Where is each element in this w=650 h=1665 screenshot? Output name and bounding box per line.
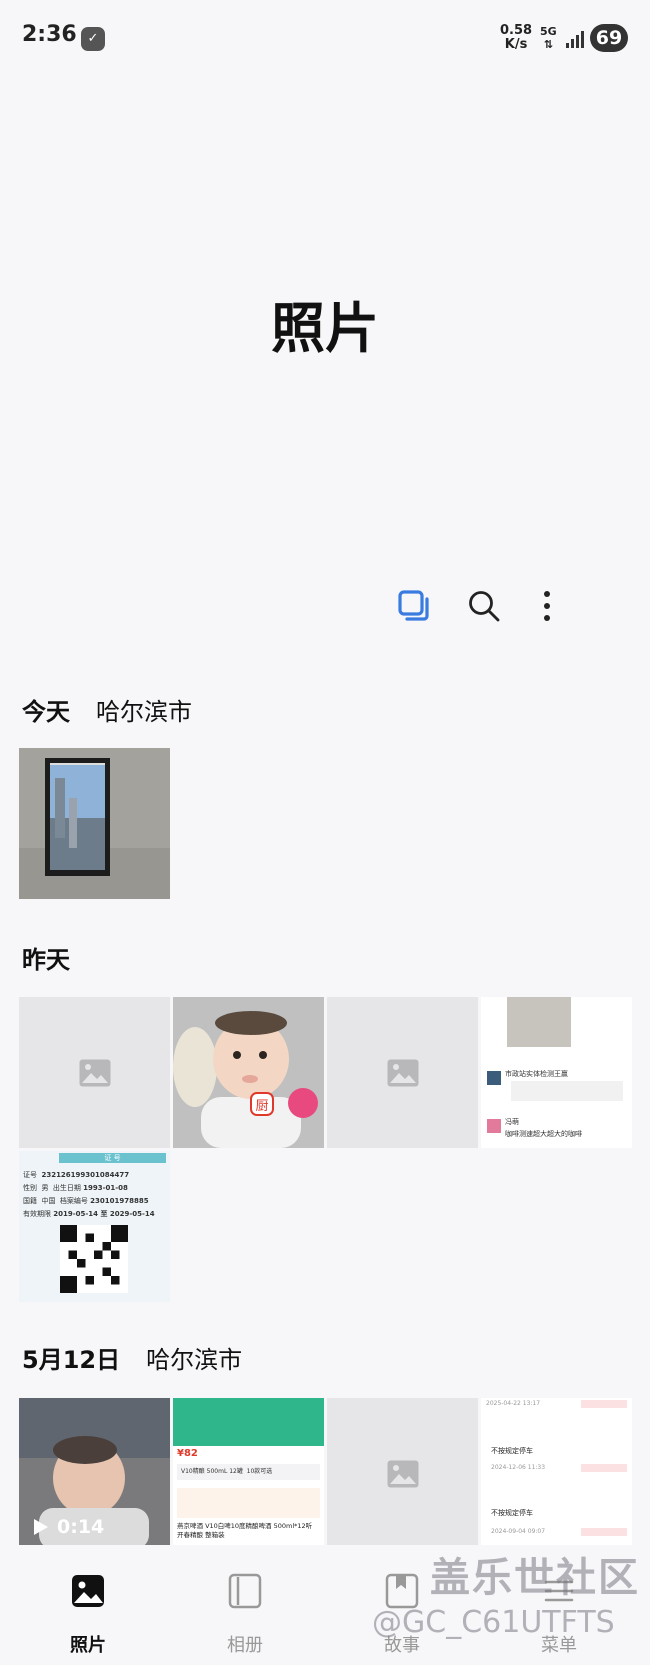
notification-icon: ✓ [81, 27, 105, 51]
chat-name: 冯萌 [505, 1118, 519, 1126]
data-arrows-icon: ⇅ [543, 38, 553, 51]
multi-select-button[interactable] [394, 586, 434, 626]
chat-card [511, 1081, 623, 1101]
photo-baby-image: 厨 [173, 997, 324, 1148]
record-title: 不按规定停车 [491, 1447, 533, 1455]
image-placeholder-icon [387, 1059, 418, 1086]
more-icon [544, 591, 550, 621]
qr-code-icon [60, 1225, 128, 1293]
signal-icon [566, 30, 586, 48]
id-card-text: 证号 232126199301084477 性别 男 出生日期 1993-01-… [23, 1171, 155, 1218]
photo-window-image [19, 748, 170, 899]
record-tag [581, 1528, 627, 1536]
status-bar: 2:36 ✓ 0.58 K/s 5G ⇅ 69 [0, 0, 650, 76]
photo-thumb-id-card[interactable]: 证 号 证号 232126199301084477 性别 男 出生日期 1993… [19, 1151, 170, 1302]
screenshot-thumb-chat[interactable]: 市政站实体检测王赢 冯萌 咖啡测速超大超大的咖啡 [481, 997, 632, 1148]
network-type: 5G [540, 25, 557, 38]
multi-select-icon [398, 590, 429, 621]
shop-item: V10精酿 500mL 12罐 10款可选 [177, 1464, 320, 1480]
albums-icon [228, 1573, 262, 1609]
video-duration-badge: 0:14 [33, 1516, 104, 1538]
shop-promo [177, 1488, 320, 1518]
chat-image-preview [507, 997, 571, 1047]
search-button[interactable] [464, 586, 504, 626]
shop-banner [173, 1398, 324, 1446]
section-location: 哈尔滨市 [96, 698, 192, 726]
tab-albums[interactable]: 相册 [185, 1545, 305, 1665]
section-date: 今天 [22, 698, 70, 726]
play-icon [34, 1519, 48, 1535]
card-head: 证 号 [59, 1153, 166, 1163]
record-title: 不按规定停车 [491, 1509, 533, 1517]
more-options-button[interactable] [527, 586, 567, 626]
battery-indicator: 69 [590, 24, 628, 52]
shop-price: ¥82 [177, 1448, 198, 1459]
shop-title: 燕京啤酒 V10白啤10度精酿啤酒 500ml*12听 开春精酿 整箱装 [177, 1522, 313, 1539]
video-duration: 0:14 [57, 1516, 105, 1538]
tab-label: 照片 [70, 1635, 106, 1656]
photo-thumb-placeholder[interactable] [19, 997, 170, 1148]
network-indicator: 5G ⇅ [540, 25, 557, 51]
record-tag [581, 1464, 627, 1472]
avatar [487, 1119, 501, 1133]
search-icon [469, 591, 500, 622]
chat-line: 咖啡测速超大超大的咖啡 [505, 1130, 582, 1138]
photo-thumb-window[interactable] [19, 748, 170, 899]
section-date: 昨天 [22, 946, 70, 974]
section-header-today: 今天 哈尔滨市 [22, 692, 192, 727]
photo-thumb-placeholder[interactable] [327, 997, 478, 1148]
screenshot-thumb-parking[interactable]: 2025-04-22 13:17 不按规定停车 2024-12-06 11:33… [481, 1398, 632, 1549]
page-title: 照片 [271, 297, 379, 360]
status-time: 2:36 [22, 22, 77, 47]
screenshot-thumb-shop[interactable]: ¥82 V10精酿 500mL 12罐 10款可选 燕京啤酒 V10白啤10度精… [173, 1398, 324, 1549]
section-header-yesterday: 昨天 [22, 940, 96, 975]
svg-text:厨: 厨 [255, 1099, 268, 1114]
section-date: 5月12日 [22, 1346, 121, 1374]
image-placeholder-icon [387, 1460, 418, 1487]
record-date: 2025-04-22 13:17 [486, 1400, 541, 1407]
record-date: 2024-12-06 11:33 [491, 1464, 546, 1471]
net-speed-value: 0.58 [500, 23, 533, 38]
tab-photos[interactable]: 照片 [28, 1545, 148, 1665]
image-placeholder-icon [79, 1059, 110, 1086]
net-speed: 0.58 K/s [500, 24, 532, 52]
record-tag [581, 1400, 627, 1408]
avatar [487, 1071, 501, 1085]
photo-thumb-placeholder[interactable] [327, 1398, 478, 1549]
record-date: 2024-09-04 09:07 [491, 1528, 546, 1535]
video-thumb-baby[interactable]: 0:14 [19, 1398, 170, 1549]
photo-thumb-baby[interactable]: 厨 [173, 997, 324, 1148]
watermark-handle: @GC_C61UTFTS [372, 1605, 615, 1640]
watermark-title: 盖乐世社区 [430, 1555, 640, 1601]
gallery-screen: 2:36 ✓ 0.58 K/s 5G ⇅ 69 照片 今天 哈尔滨市 昨天 厨 … [0, 0, 650, 1665]
chat-line: 市政站实体检测王赢 [505, 1070, 568, 1078]
net-speed-unit: K/s [504, 37, 528, 52]
tab-label: 相册 [227, 1635, 263, 1656]
section-header-may-12: 5月12日 哈尔滨市 [22, 1340, 242, 1375]
section-location: 哈尔滨市 [146, 1346, 243, 1374]
stories-icon [385, 1573, 419, 1609]
photos-icon [72, 1575, 104, 1607]
